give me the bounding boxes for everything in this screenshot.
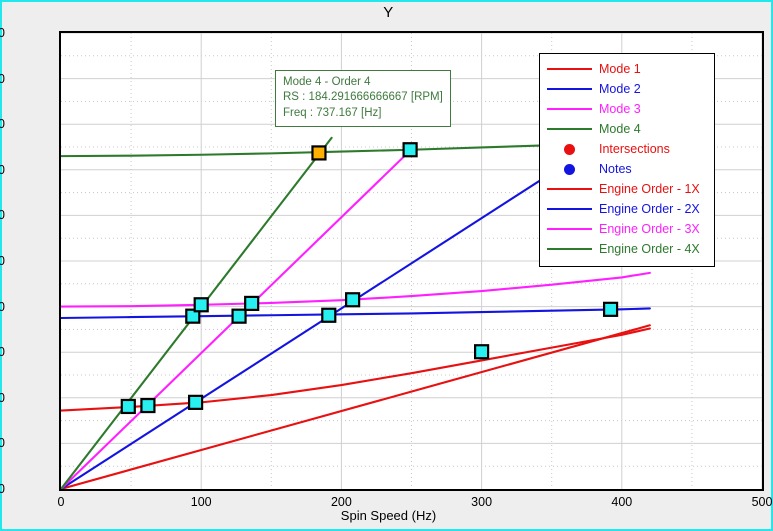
legend-line-icon <box>547 188 592 190</box>
legend-item-engine-order-3x[interactable]: Engine Order - 3X <box>540 219 714 239</box>
x-tick-label: 400 <box>611 495 633 509</box>
series-mode-2 <box>61 307 651 320</box>
legend-line-icon <box>547 68 592 70</box>
y-tick-label: 900 <box>0 71 5 86</box>
x-axis-label: Spin Speed (Hz) <box>340 508 437 523</box>
chart-title: Y <box>383 4 394 21</box>
y-tick-label: 500 <box>0 254 5 268</box>
y-tick-label: 600 <box>0 208 5 223</box>
y-tick-label: 0 <box>0 482 5 496</box>
intersection-marker-selected[interactable] <box>311 145 327 161</box>
legend-item-engine-order-2x[interactable]: Engine Order - 2X <box>540 199 714 219</box>
legend-label: Engine Order - 4X <box>599 241 700 256</box>
legend-label: Mode 1 <box>599 61 641 76</box>
legend-line-icon <box>547 208 592 210</box>
legend-item-mode-1[interactable]: Mode 1 <box>540 59 714 79</box>
y-tick-label: 100 <box>0 436 5 451</box>
legend-item-notes[interactable]: Notes <box>540 159 714 179</box>
x-tick-label: 0 <box>57 495 65 509</box>
legend-label: Intersections <box>599 141 670 156</box>
legend-label: Engine Order - 2X <box>599 201 700 216</box>
y-tick-label: 1000 <box>0 26 5 40</box>
legend-line-icon <box>547 128 592 130</box>
intersection-marker[interactable] <box>140 397 156 414</box>
x-tick-label: 300 <box>471 495 493 509</box>
intersection-marker[interactable] <box>321 307 337 323</box>
intersection-marker[interactable] <box>402 142 418 158</box>
chart-window: Y Frequency (Hz) Spin Speed (Hz) Mode 4 … <box>0 0 773 531</box>
y-tick-label: 200 <box>0 390 5 405</box>
intersection-marker[interactable] <box>244 295 260 312</box>
legend-label: Notes <box>599 161 632 176</box>
y-tick-label: 700 <box>0 162 5 177</box>
legend-dot-icon <box>547 142 592 156</box>
y-tick-label: 400 <box>0 299 5 314</box>
legend-item-engine-order-1x[interactable]: Engine Order - 1X <box>540 179 714 199</box>
legend-item-mode-2[interactable]: Mode 2 <box>540 79 714 99</box>
intersection-marker[interactable] <box>474 344 490 360</box>
legend-label: Mode 3 <box>599 101 641 116</box>
intersection-marker[interactable] <box>231 308 247 324</box>
legend-line-icon <box>547 248 592 250</box>
legend-line-icon <box>547 88 592 90</box>
x-tick-label: 200 <box>330 495 352 509</box>
y-tick-label: 300 <box>0 345 5 360</box>
legend-dot-icon <box>547 162 592 176</box>
legend-label: Engine Order - 1X <box>599 181 700 196</box>
x-tick-label: 500 <box>751 495 773 509</box>
legend-label: Mode 2 <box>599 81 641 96</box>
intersection-marker[interactable] <box>120 398 136 415</box>
legend-line-icon <box>547 228 592 230</box>
legend-label: Engine Order - 3X <box>599 221 700 236</box>
intersection-marker[interactable] <box>345 292 361 308</box>
legend[interactable]: Mode 1 Mode 2 Mode 3 Mode 4 Intersections Not… <box>539 53 715 267</box>
x-tick-label: 100 <box>190 495 212 509</box>
tooltip-line-freq: Freq : 737.167 [Hz] <box>283 106 382 119</box>
legend-item-intersections[interactable]: Intersections <box>540 139 714 159</box>
intersection-marker[interactable] <box>187 394 204 410</box>
legend-line-icon <box>547 108 592 110</box>
series-engine-order-2x <box>61 173 550 489</box>
intersection-marker[interactable] <box>193 297 209 313</box>
tooltip-line-title: Mode 4 - Order 4 <box>283 76 371 88</box>
annotation-tooltip[interactable]: Mode 4 - Order 4 RS : 184.291666666667 [… <box>275 70 451 127</box>
y-tick-label: 800 <box>0 117 5 132</box>
legend-label: Mode 4 <box>599 121 641 136</box>
legend-item-mode-4[interactable]: Mode 4 <box>540 119 714 139</box>
legend-item-engine-order-4x[interactable]: Engine Order - 4X <box>540 239 714 259</box>
intersection-marker[interactable] <box>602 301 619 317</box>
legend-item-mode-3[interactable]: Mode 3 <box>540 99 714 119</box>
tooltip-line-rs: RS : 184.291666666667 [RPM] <box>283 91 443 104</box>
